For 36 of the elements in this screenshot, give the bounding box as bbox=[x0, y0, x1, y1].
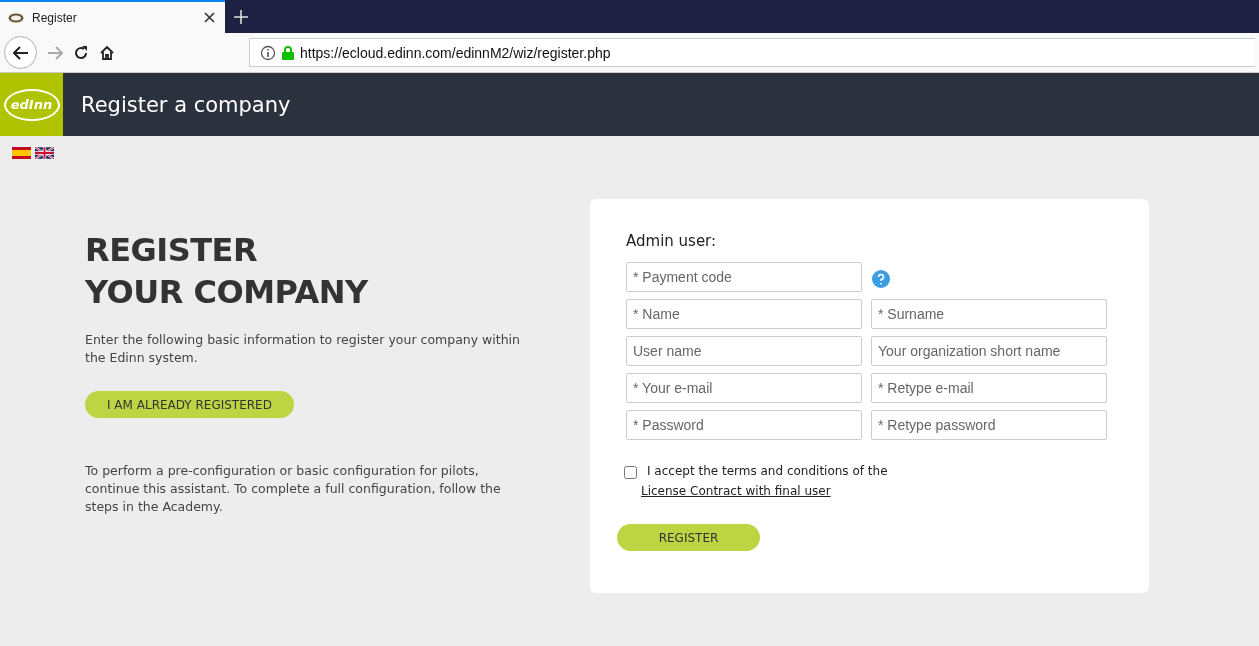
license-link[interactable]: License Contract with final user bbox=[641, 484, 888, 498]
register-button[interactable]: REGISTER bbox=[617, 524, 760, 551]
terms-text: I accept the terms and conditions of the bbox=[647, 464, 888, 478]
intro-text: Enter the following basic information to register your company within the Edinn system. bbox=[85, 331, 521, 367]
spain-flag-icon[interactable] bbox=[12, 147, 31, 159]
plus-icon[interactable] bbox=[234, 9, 248, 24]
url-text: https://ecloud.edinn.com/edinnM2/wiz/register.php bbox=[300, 44, 611, 61]
back-button[interactable] bbox=[4, 36, 37, 69]
lock-icon bbox=[282, 45, 294, 60]
info-icon bbox=[260, 44, 276, 61]
close-icon[interactable] bbox=[204, 12, 215, 23]
input-field[interactable]: * Surname bbox=[871, 299, 1107, 329]
already-registered-button[interactable]: I AM ALREADY REGISTERED bbox=[85, 391, 294, 418]
form-title: Admin user: bbox=[626, 232, 718, 250]
help-icon[interactable] bbox=[872, 270, 890, 288]
input-field[interactable]: * Retype password bbox=[871, 410, 1107, 440]
logo-text: edInn bbox=[3, 88, 60, 121]
input-field[interactable]: * Name bbox=[626, 299, 862, 329]
input-field[interactable]: * Retype e-mail bbox=[871, 373, 1107, 403]
input-field[interactable]: Your organization short name bbox=[871, 336, 1107, 366]
configuration-note: To perform a pre-configuration or basic configuration for pilots, continue this assistant. To complete a full configuration, follow the steps in the Academy. bbox=[85, 462, 502, 516]
back-arrow-icon bbox=[12, 45, 29, 60]
home-icon[interactable] bbox=[99, 44, 115, 61]
terms-checkbox[interactable] bbox=[624, 466, 637, 479]
input-field[interactable]: * Your e-mail bbox=[626, 373, 862, 403]
page-heading: REGISTER YOUR COMPANY bbox=[85, 230, 368, 313]
input-field[interactable]: * Password bbox=[626, 410, 862, 440]
header-title: Register a company bbox=[81, 92, 291, 117]
input-field[interactable]: User name bbox=[626, 336, 862, 366]
tab-title: Register bbox=[32, 10, 78, 25]
input-field[interactable]: * Payment code bbox=[626, 262, 862, 292]
address-field[interactable]: https://ecloud.edinn.com/edinnM2/wiz/register.php bbox=[249, 38, 1255, 67]
reload-icon[interactable] bbox=[73, 44, 89, 61]
site-icon bbox=[8, 12, 24, 23]
browser-tab[interactable]: Register bbox=[0, 0, 225, 33]
uk-flag-icon[interactable] bbox=[35, 147, 54, 159]
